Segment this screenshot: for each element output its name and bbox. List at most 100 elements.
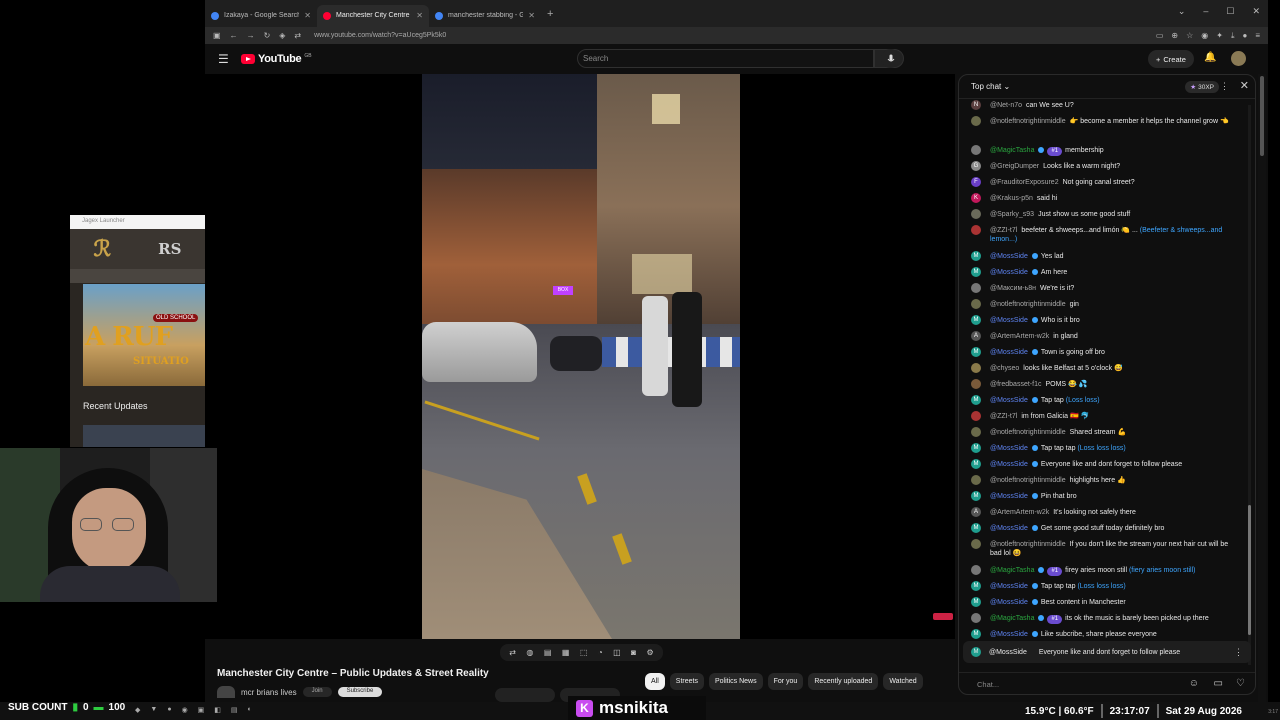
tab-manchester-stabbing[interactable]: manchester stabbing - Google ✕ [429,5,541,27]
chip-streets[interactable]: Streets [669,673,704,690]
update-banner[interactable]: OLD SCHOOL A RUF SITUATIO [83,284,205,386]
close-window-icon[interactable]: ✕ [1252,6,1260,17]
chat-author[interactable]: @MossSide [990,317,1028,324]
chat-avatar[interactable]: M [971,459,981,469]
chat-author[interactable]: @MossSide [990,493,1028,500]
chat-author[interactable]: @notleftnotrightinmiddle [990,477,1066,484]
chat-avatar[interactable]: M [971,395,981,405]
taskbar-app-icon[interactable]: ● [167,706,171,714]
xp-badge[interactable]: ★ 30XP [1185,81,1219,93]
taskbar-app-icon[interactable]: ▣ [198,706,205,714]
chat-avatar[interactable]: M [971,347,981,357]
chat-message[interactable]: M @MossSide Yes lad [971,251,1239,261]
chat-avatar[interactable]: N [971,100,981,110]
pinned-options-icon[interactable]: ⋮ [1234,647,1243,658]
bookmark-icon[interactable]: ☆ [1186,31,1193,41]
chip-politics-news[interactable]: Politics News [708,673,763,690]
chat-avatar[interactable]: A [971,331,981,341]
super-chat-icon[interactable]: ▭ [1214,678,1223,689]
chat-avatar[interactable]: M [971,581,981,591]
sidebar-toggle-icon[interactable]: ▣ [213,31,221,40]
chat-avatar[interactable]: F [971,177,981,187]
chat-message[interactable]: @Максим-ь8н We're is it? [971,283,1239,293]
new-tab-icon[interactable]: + [547,8,553,20]
youtube-logo[interactable]: YouTube GB [241,53,312,65]
puzzle-icon[interactable]: ✦ [1216,31,1223,41]
chat-avatar[interactable] [971,613,981,623]
chat-author[interactable]: @ZZI-t7l [990,413,1017,420]
chat-author[interactable]: @MossSide [990,631,1028,638]
taskbar-app-icon[interactable]: ◐ [248,706,252,714]
notifications-bell-icon[interactable]: 🔔 [1204,52,1216,63]
chat-avatar[interactable]: M [971,267,981,277]
extension-icon[interactable]: ◉ [1201,31,1208,41]
tab-manchester-city-centre[interactable]: Manchester City Centre – P ✕ [317,4,429,27]
voice-search-button[interactable] [881,49,900,68]
page-scrollbar[interactable] [1258,74,1266,702]
taskbar-app-icon[interactable]: ▼ [150,706,157,714]
chat-message[interactable]: K @Krakus-p5n said hi [971,193,1239,203]
back-icon[interactable]: ← [230,31,238,40]
chat-avatar[interactable]: M [971,597,981,607]
chat-message[interactable]: A @ArtemArtem-w2k It's looking not safely … [971,507,1239,517]
chat-author[interactable]: @MossSide [990,461,1028,468]
profile-icon[interactable]: ● [1242,31,1247,41]
chat-author[interactable]: @Net-n7o [990,102,1022,109]
forward-icon[interactable]: → [247,31,255,40]
chat-author[interactable]: @notleftnotrightinmiddle [990,118,1066,125]
emoji-icon[interactable]: ☺ [1189,678,1199,689]
chat-avatar[interactable] [971,363,981,373]
audio-icon[interactable]: ◍ [526,648,533,657]
camera-icon[interactable]: ◙ [631,648,636,657]
chat-message[interactable]: M @MossSide Tap tap tap (Loss loss loss) [971,443,1239,453]
chat-message[interactable]: @notleftnotrightinmiddle Shared stream 💪 [971,427,1239,437]
chat-avatar[interactable]: M [971,523,981,533]
chat-message[interactable]: M @MossSide Am here [971,267,1239,277]
chat-author[interactable]: @ZZI-t7l [990,227,1017,234]
chat-avatar[interactable] [971,565,981,575]
subscribe-button[interactable]: Subscribe [337,687,383,697]
chat-translation[interactable]: (Loss loss loss) [1077,445,1125,452]
chat-author[interactable]: @GreigDumper [990,163,1039,170]
maximize-icon[interactable]: ☐ [1226,6,1234,17]
chip-all[interactable]: All [645,673,665,690]
chat-avatar[interactable]: M [971,443,981,453]
chat-author[interactable]: @ArtemArtem-w2k [990,333,1049,340]
close-tab-icon[interactable]: ✕ [304,11,311,20]
chat-author[interactable]: @MossSide [990,583,1028,590]
chat-author[interactable]: @MagicTasha [990,615,1034,622]
chip-recently-uploaded[interactable]: Recently uploaded [808,673,879,690]
chat-author[interactable]: @notleftnotrightinmiddle [990,429,1066,436]
create-button[interactable]: + Create [1148,50,1194,68]
chat-avatar[interactable] [971,209,981,219]
crop-icon[interactable]: ⬚ [580,648,588,657]
close-tab-icon[interactable]: ✕ [528,11,535,20]
calendar-icon[interactable]: ▦ [562,648,570,657]
chat-avatar[interactable] [971,379,981,389]
chat-author[interactable]: @MossSide [990,349,1028,356]
chat-message[interactable]: @MagicTasha #1 membership [971,145,1239,156]
chip-for-you[interactable]: For you [767,673,804,690]
chat-author[interactable]: @MossSide [990,445,1028,452]
chat-message[interactable]: @notleftnotrightinmiddle 👉 become a membe… [971,116,1239,126]
chip-watched[interactable]: Watched [883,673,923,690]
chat-author[interactable]: @MossSide [990,253,1028,260]
chat-message[interactable]: @ZZI-t7l beefeter & shweeps...and limón 🍋… [971,225,1239,244]
chat-message[interactable]: M @MossSide Pin that bro [971,491,1239,501]
taskbar-app-icon[interactable]: ◉ [182,706,188,714]
chat-message[interactable]: A @ArtemArtem-w2k in gland [971,331,1239,341]
video-frame[interactable]: BOX [422,74,740,639]
chat-author[interactable]: @notleftnotrightinmiddle [990,541,1066,548]
reload-icon[interactable]: ↻ [264,31,271,40]
video-player[interactable]: BOX [205,74,955,639]
chat-scrollbar-thumb[interactable] [1248,505,1251,635]
top-chat-dropdown[interactable]: Top chat ⌄ [971,82,1010,91]
taskbar-app-icon[interactable]: ◆ [135,706,140,714]
close-chat-icon[interactable]: ✕ [1240,79,1249,92]
channel-avatar[interactable] [217,686,235,698]
chat-translation[interactable]: (fiery aries moon still) [1129,567,1196,574]
chat-translation[interactable]: (Loss loss loss) [1077,583,1125,590]
chat-message[interactable]: @MagicTasha #1 firey aries moon still (fie… [971,565,1239,576]
account-avatar[interactable] [1231,51,1246,66]
cast-icon[interactable]: ▭ [1156,31,1164,41]
